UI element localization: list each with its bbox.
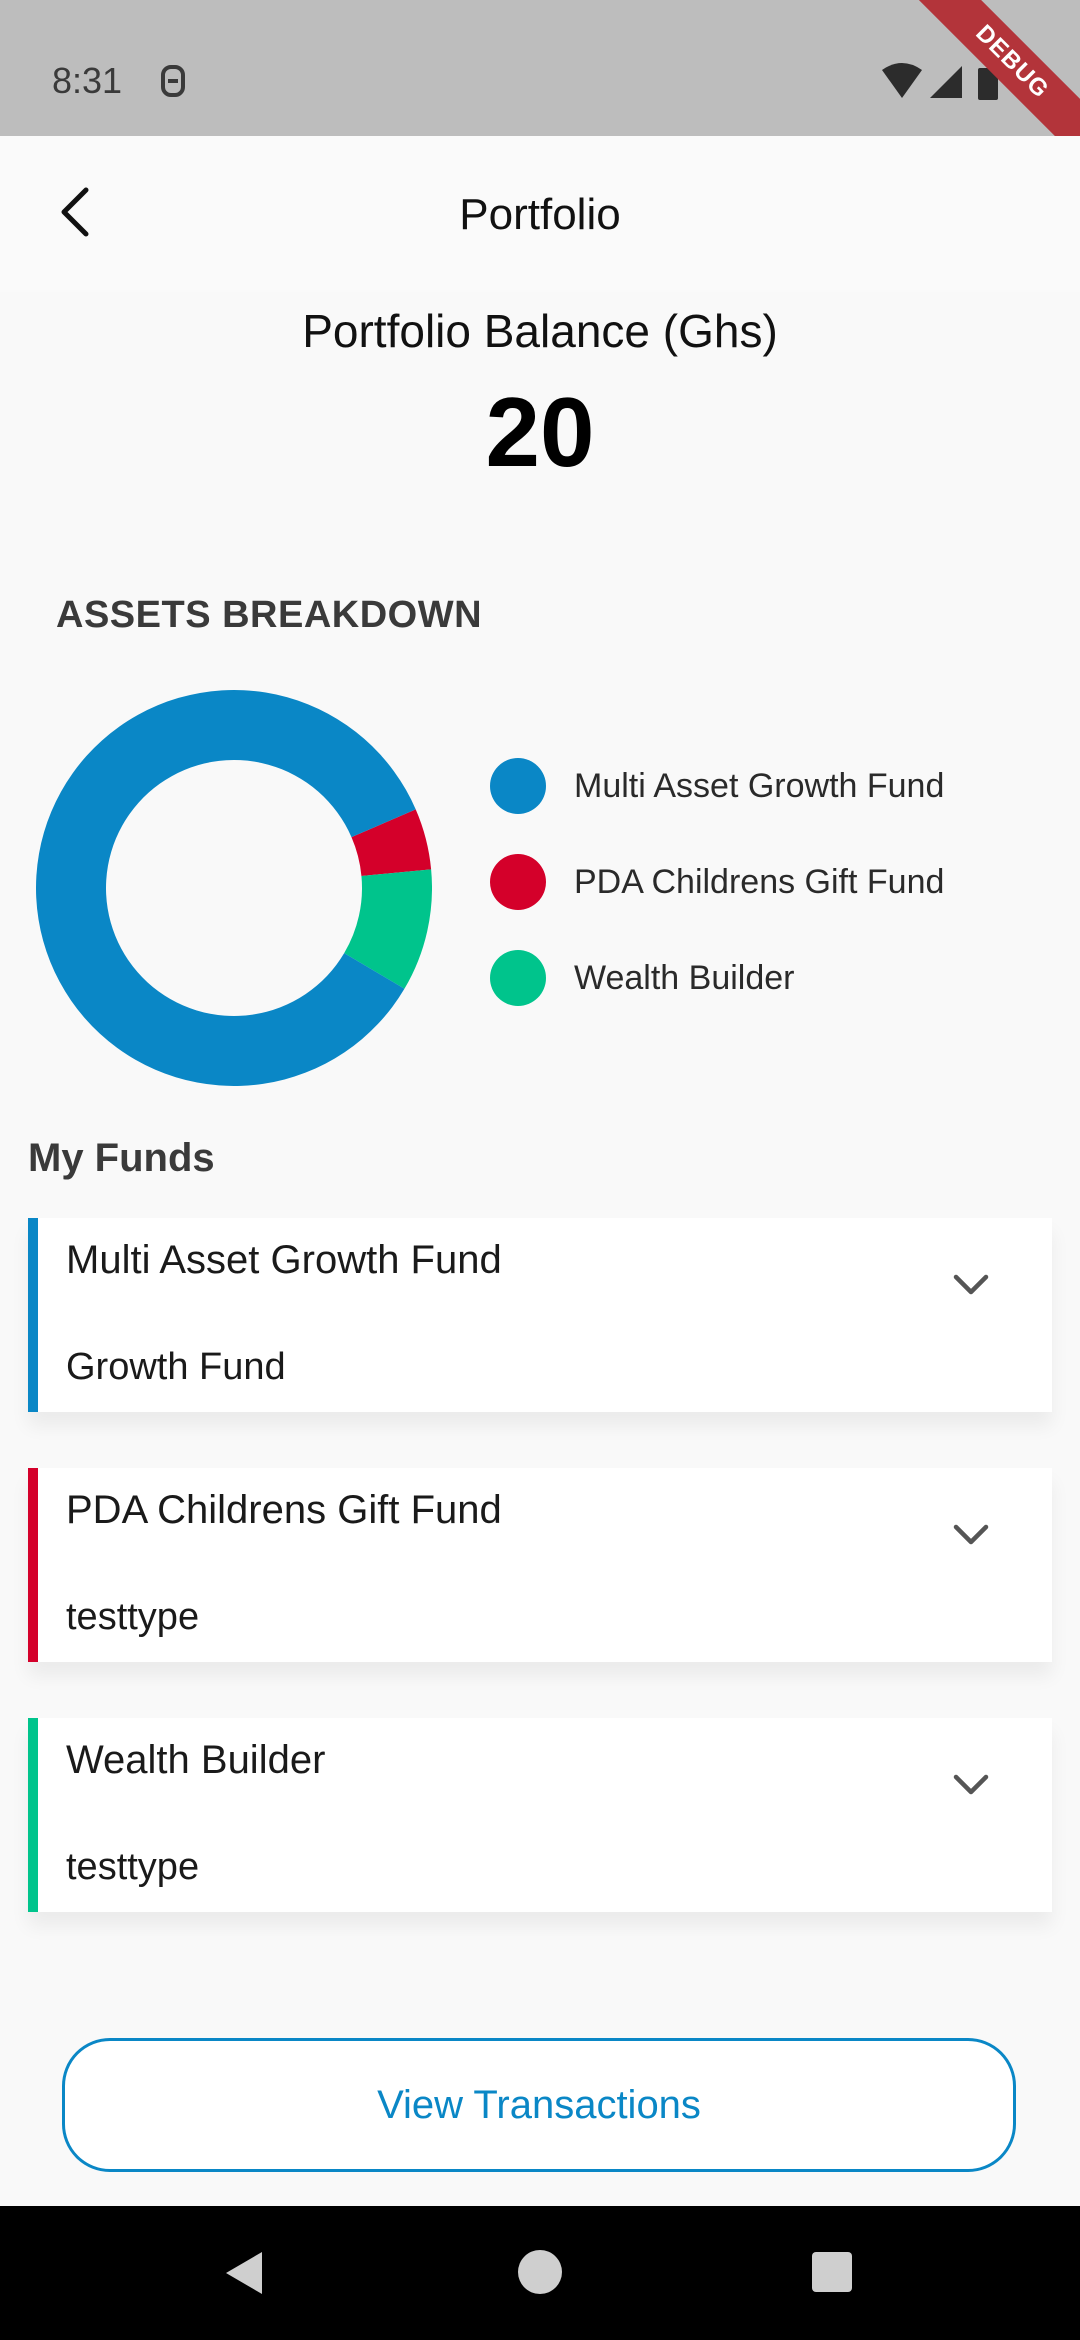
fund-card-pda-childrens-gift-fund[interactable]: PDA Childrens Gift Fund testtype bbox=[28, 1468, 1052, 1662]
legend-color-dot bbox=[490, 758, 546, 814]
my-funds-heading: My Funds bbox=[28, 1136, 215, 1180]
fund-type: testtype bbox=[66, 1596, 200, 1638]
assets-donut-chart bbox=[36, 690, 432, 1086]
legend-label: Multi Asset Growth Fund bbox=[574, 766, 945, 805]
status-time: 8:31 bbox=[52, 60, 123, 101]
donut-slice-multi-asset-growth-fund bbox=[36, 690, 416, 1086]
legend-color-dot bbox=[490, 854, 546, 910]
fund-name: PDA Childrens Gift Fund bbox=[66, 1488, 502, 1532]
fund-type: Growth Fund bbox=[66, 1346, 286, 1388]
fund-color-stripe bbox=[28, 1218, 38, 1412]
app-bar: Portfolio bbox=[0, 136, 1080, 292]
balance-label: Portfolio Balance (Ghs) bbox=[302, 305, 778, 357]
fund-color-stripe bbox=[28, 1468, 38, 1662]
fund-color-stripe bbox=[28, 1718, 38, 1912]
nav-back-icon[interactable] bbox=[222, 2250, 266, 2296]
legend-item: Wealth Builder bbox=[490, 930, 944, 1026]
status-bar: 8:31 DEBUG bbox=[0, 0, 1080, 170]
balance-value: 20 bbox=[485, 377, 595, 487]
legend-label: Wealth Builder bbox=[574, 958, 795, 997]
assets-breakdown-heading: ASSETS BREAKDOWN bbox=[56, 594, 483, 636]
nav-recents-icon[interactable] bbox=[812, 2252, 852, 2292]
legend-item: PDA Childrens Gift Fund bbox=[490, 834, 944, 930]
legend-item: Multi Asset Growth Fund bbox=[490, 738, 944, 834]
chevron-down-icon[interactable] bbox=[952, 1272, 990, 1298]
signal-icon bbox=[930, 66, 962, 98]
fund-card-multi-asset-growth-fund[interactable]: Multi Asset Growth Fund Growth Fund bbox=[28, 1218, 1052, 1412]
chevron-down-icon[interactable] bbox=[952, 1772, 990, 1798]
fund-name: Multi Asset Growth Fund bbox=[66, 1238, 502, 1282]
view-transactions-button[interactable]: View Transactions bbox=[62, 2038, 1016, 2172]
system-nav-bar bbox=[0, 2206, 1080, 2340]
legend-color-dot bbox=[490, 950, 546, 1006]
chart-legend: Multi Asset Growth Fund PDA Childrens Gif… bbox=[490, 738, 944, 1026]
chevron-down-icon[interactable] bbox=[952, 1522, 990, 1548]
legend-label: PDA Childrens Gift Fund bbox=[574, 862, 945, 901]
fund-name: Wealth Builder bbox=[66, 1738, 326, 1782]
fund-card-wealth-builder[interactable]: Wealth Builder testtype bbox=[28, 1718, 1052, 1912]
fund-type: testtype bbox=[66, 1846, 200, 1888]
sim-icon bbox=[161, 65, 185, 97]
nav-home-icon[interactable] bbox=[518, 2250, 562, 2294]
wifi-icon bbox=[882, 63, 922, 98]
page-title: Portfolio bbox=[459, 190, 621, 239]
